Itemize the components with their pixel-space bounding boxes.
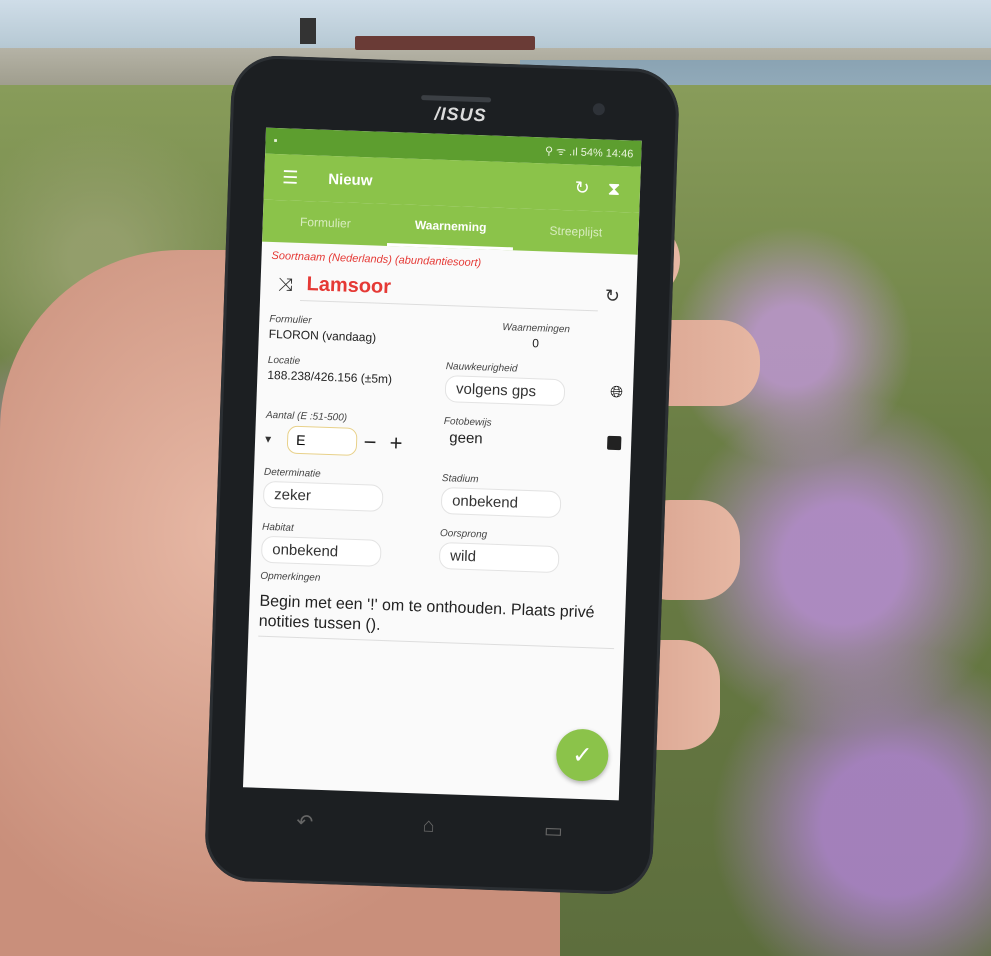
status-time: 14:46 xyxy=(605,147,634,160)
photo-icon[interactable] xyxy=(606,435,622,450)
decrement-button[interactable]: − xyxy=(357,429,384,456)
refresh-icon[interactable]: ↻ xyxy=(566,171,599,204)
image-notification-icon: ▪ xyxy=(273,134,278,148)
nauwkeurigheid-select[interactable]: volgens gps xyxy=(444,375,566,407)
phone-brand-logo: /ISUS xyxy=(434,103,487,126)
status-right: ⚲ ᯤ .ıl 54% 14:46 xyxy=(545,143,634,161)
aantal-label: Aantal (E :51-500) xyxy=(265,409,348,424)
habitat-select[interactable]: onbekend xyxy=(260,535,382,567)
aantal-stepper: ▾ − + xyxy=(265,425,444,459)
android-nav-bar: ↶ ⌂ ▭ xyxy=(241,799,618,852)
phone: /ISUS ▪ ⚲ ᯤ .ıl 54% 14:46 ☰ Nieuw ↻ ⧗ Fo… xyxy=(203,54,681,896)
shuffle-icon[interactable]: ⤨ xyxy=(270,273,301,295)
dropdown-small-icon[interactable]: ▾ xyxy=(265,432,287,447)
phone-speaker xyxy=(421,95,492,103)
home-icon[interactable]: ⌂ xyxy=(422,814,435,837)
opmerkingen-label: Opmerkingen xyxy=(260,570,321,584)
lighthouse xyxy=(300,18,316,44)
globe-icon[interactable]: 🌐︎ xyxy=(610,384,623,402)
row-determinatie: Determinatie zeker Stadium onbekend xyxy=(262,459,620,520)
status-indicators: ⚲ ᯤ .ıl 54% xyxy=(544,144,603,159)
menu-icon[interactable]: ☰ xyxy=(274,161,307,194)
oorsprong-select[interactable]: wild xyxy=(438,541,560,574)
row-locatie: Locatie 188.238/426.156 (±5m) Nauwkeurig… xyxy=(267,347,624,408)
tab-waarneming[interactable]: Waarneming xyxy=(387,203,515,251)
recent-apps-icon[interactable]: ▭ xyxy=(544,817,564,843)
phone-camera xyxy=(592,103,606,116)
app-screen: ▪ ⚲ ᯤ .ıl 54% 14:46 ☰ Nieuw ↻ ⧗ Formulie… xyxy=(242,127,642,801)
increment-button[interactable]: + xyxy=(383,430,410,457)
hourglass-icon[interactable]: ⧗ xyxy=(598,172,631,205)
fotobewijs-value[interactable]: geen xyxy=(449,429,483,447)
back-icon[interactable]: ↶ xyxy=(296,809,314,835)
tab-formulier[interactable]: Formulier xyxy=(262,200,389,246)
tab-streeplijst[interactable]: Streeplijst xyxy=(513,208,640,254)
check-icon: ✓ xyxy=(571,741,593,769)
nauwkeurigheid-row: volgens gps 🌐︎ xyxy=(444,372,624,408)
row-formulier: Formulier FLORON (vandaag) Waarnemingen … xyxy=(269,306,626,353)
ship xyxy=(355,36,535,50)
aantal-input[interactable] xyxy=(286,425,358,457)
page-title: Nieuw xyxy=(327,170,373,189)
species-row: ⤨ Lamsoor ↻ xyxy=(270,268,627,312)
row-aantal: Aantal (E :51-500) ▾ − + Fotobewijs geen xyxy=(265,402,623,465)
stadium-select[interactable]: onbekend xyxy=(440,486,562,519)
save-button[interactable]: ✓ xyxy=(555,728,610,782)
observation-form: Soortnaam (Nederlands) (abundantiesoort)… xyxy=(243,242,638,801)
refresh-species-icon[interactable]: ↻ xyxy=(598,285,627,307)
row-habitat: Habitat onbekend Oorsprong wild xyxy=(260,514,618,575)
opmerkingen-input[interactable]: Begin met een '!' om te onthouden. Plaat… xyxy=(258,591,616,650)
determinatie-select[interactable]: zeker xyxy=(262,480,384,512)
species-input[interactable]: Lamsoor xyxy=(299,268,599,312)
